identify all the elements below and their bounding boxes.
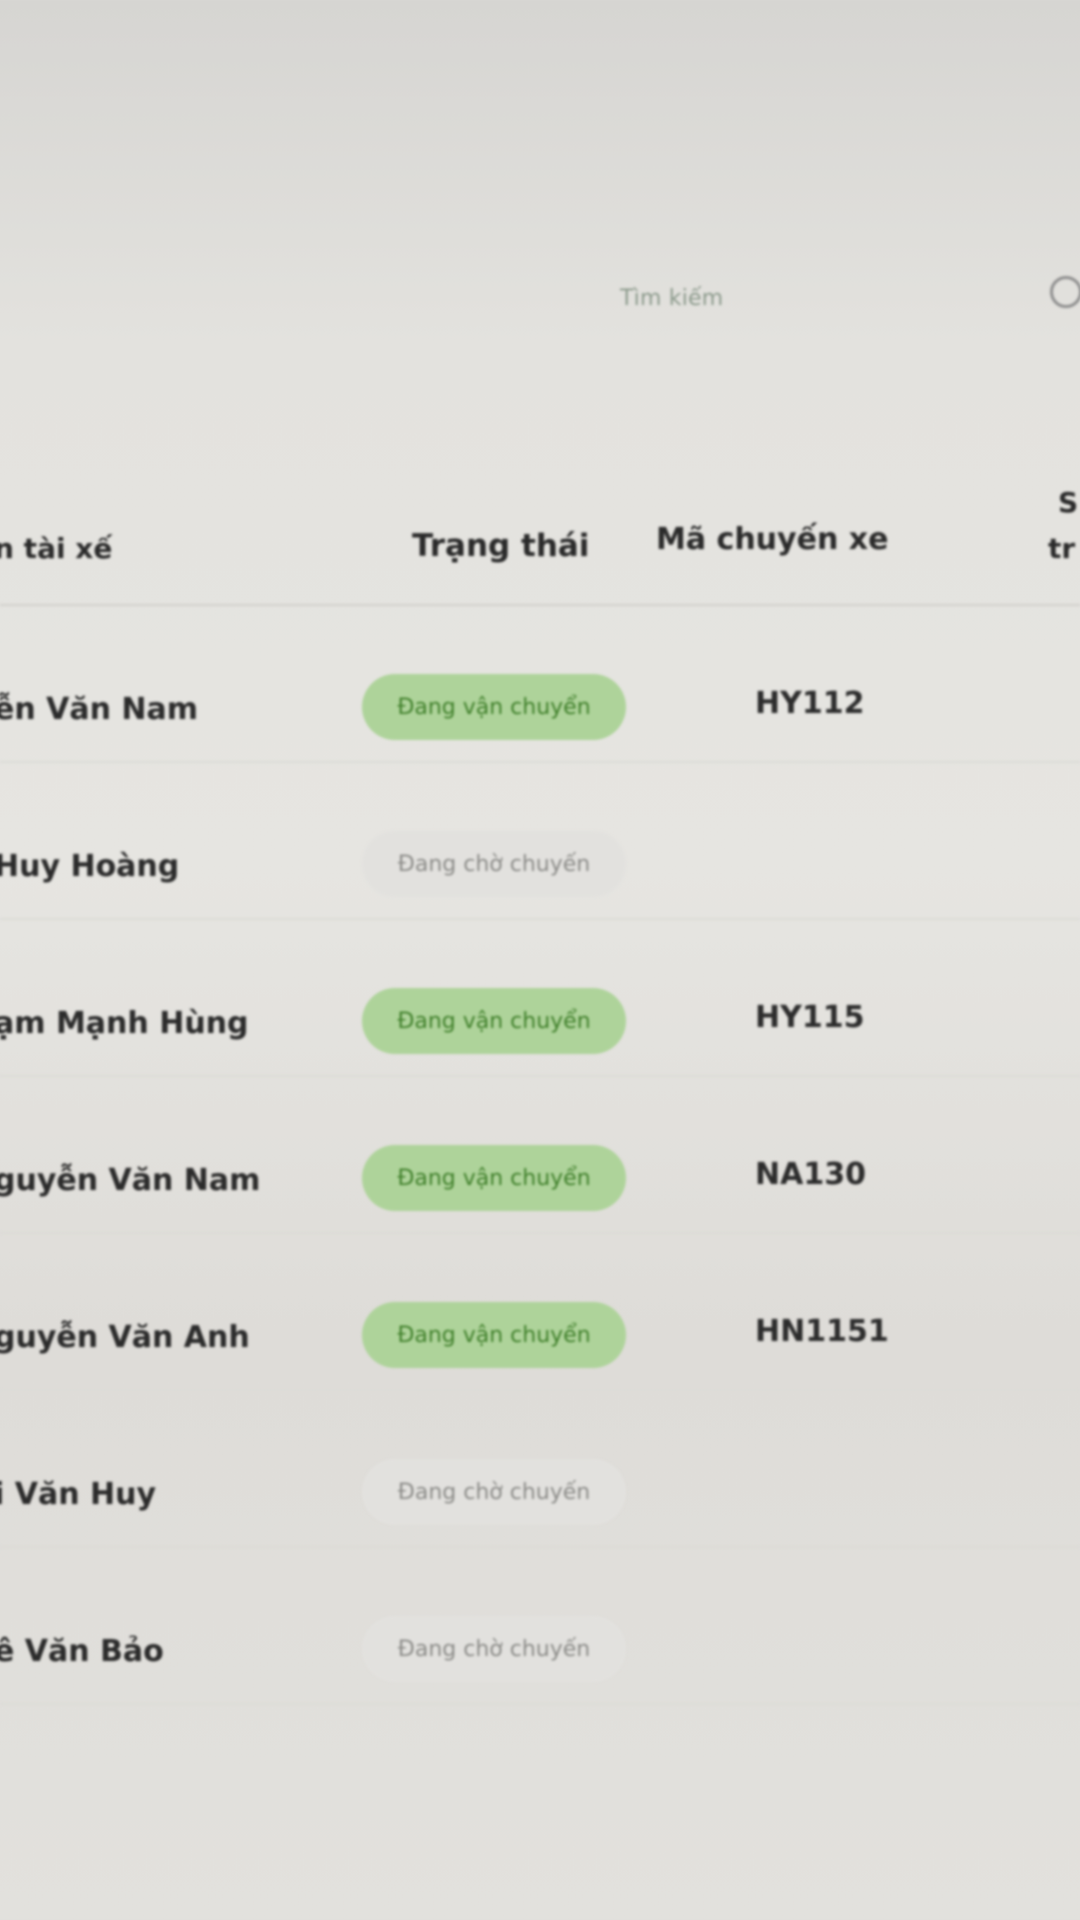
search-input[interactable]: Tìm kiếm bbox=[620, 286, 723, 311]
driver-name-cell: i Văn Huy bbox=[0, 1477, 157, 1512]
table-row[interactable]: guyễn Văn Nam Đang vận chuyển NA130 bbox=[0, 1077, 1080, 1234]
trip-code-cell: HY112 bbox=[755, 686, 865, 721]
status-badge: Đang chờ chuyến bbox=[362, 831, 626, 897]
trip-code-cell: HY115 bbox=[755, 1000, 865, 1035]
trip-code-cell: NA130 bbox=[755, 1157, 866, 1192]
table-row[interactable]: ạm Mạnh Hùng Đang vận chuyển HY115 bbox=[0, 920, 1080, 1077]
column-header-extra-line2[interactable]: tr bbox=[1048, 532, 1075, 565]
table-row[interactable]: guyễn Văn Anh Đang vận chuyển HN1151 bbox=[0, 1234, 1080, 1391]
status-badge: Đang chờ chuyến bbox=[362, 1616, 626, 1682]
driver-name-cell: Huy Hoàng bbox=[0, 849, 180, 884]
status-badge: Đang vận chuyển bbox=[362, 1145, 626, 1211]
driver-name-cell: ễn Văn Nam bbox=[0, 692, 199, 727]
column-header-status[interactable]: Trạng thái bbox=[412, 528, 589, 564]
status-badge: Đang vận chuyển bbox=[362, 988, 626, 1054]
status-badge: Đang vận chuyển bbox=[362, 674, 626, 740]
column-header-driver-name[interactable]: n tài xế bbox=[0, 532, 112, 565]
driver-name-cell: guyễn Văn Anh bbox=[0, 1320, 250, 1355]
table-row[interactable]: i Văn Huy Đang chờ chuyến bbox=[0, 1391, 1080, 1548]
column-header-trip-code[interactable]: Mã chuyến xe bbox=[656, 522, 888, 557]
table-body: ễn Văn Nam Đang vận chuyển HY112 Huy Hoà… bbox=[0, 606, 1080, 1705]
screen: Tìm kiếm n tài xế Trạng thái Mã chuyến x… bbox=[0, 0, 1080, 1920]
driver-name-cell: ê Văn Bảo bbox=[0, 1634, 164, 1669]
driver-name-cell: ạm Mạnh Hùng bbox=[0, 1006, 249, 1041]
table-header: n tài xế Trạng thái Mã chuyến xe S tr bbox=[0, 480, 1080, 610]
search-icon[interactable] bbox=[1050, 276, 1080, 308]
table-row[interactable]: ễn Văn Nam Đang vận chuyển HY112 bbox=[0, 606, 1080, 763]
driver-name-cell: guyễn Văn Nam bbox=[0, 1163, 261, 1198]
trip-code-cell: HN1151 bbox=[755, 1314, 889, 1349]
table-row[interactable]: Huy Hoàng Đang chờ chuyến bbox=[0, 763, 1080, 920]
status-badge: Đang chờ chuyến bbox=[362, 1459, 626, 1525]
column-header-extra-line1[interactable]: S bbox=[1058, 486, 1078, 519]
status-badge: Đang vận chuyển bbox=[362, 1302, 626, 1368]
table-row[interactable]: ê Văn Bảo Đang chờ chuyến bbox=[0, 1548, 1080, 1705]
